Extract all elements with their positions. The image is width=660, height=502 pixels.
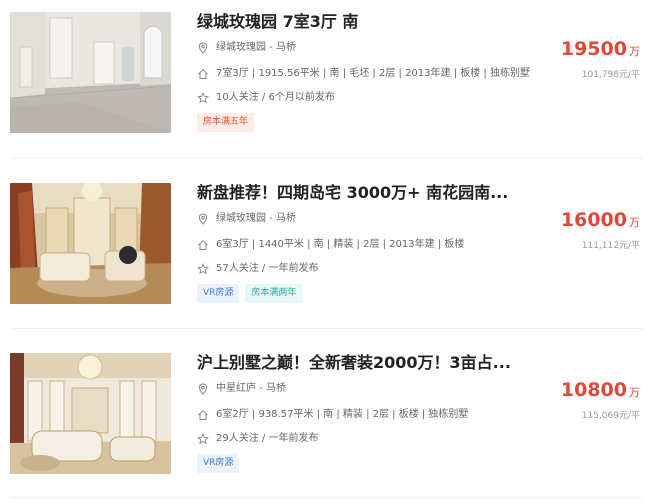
house-icon — [198, 410, 208, 420]
listing-info: 6室2厅 | 938.57平米 | 南 | 精装 | 2层 | 板楼 | 独栋别… — [197, 408, 468, 422]
price-unit: 万 — [629, 386, 640, 399]
listing-follow-text: 57人关注 / 一年前发布 — [216, 263, 319, 274]
house-icon — [198, 240, 208, 250]
price-per-sqm: 115,069元/平 — [581, 411, 640, 421]
price-per-sqm: 101,798元/平 — [581, 70, 640, 80]
listing-info-text: 6室2厅 | 938.57平米 | 南 | 精装 | 2层 | 板楼 | 独栋别… — [216, 409, 469, 420]
listing-item[interactable]: 新盘推荐！四期岛宅 3000万+ 南花园南... 绿城玫瑰园 - 马桥 6室3厅… — [0, 183, 660, 333]
listing-location-text: 绿城玫瑰园 - 马桥 — [216, 42, 296, 53]
listing-info-text: 7室3厅 | 1915.56平米 | 南 | 毛坯 | 2层 | 2013年建 … — [216, 68, 530, 79]
listing-item[interactable]: 绿城玫瑰园 7室3厅 南 绿城玫瑰园 - 马桥 7室3厅 | 1915.56平米… — [0, 12, 660, 162]
star-icon — [197, 263, 209, 275]
divider — [10, 158, 642, 159]
price-unit: 万 — [629, 45, 640, 58]
listing-photo[interactable] — [10, 183, 171, 304]
listing-info: 6室3厅 | 1440平米 | 南 | 精装 | 2层 | 2013年建 | 板… — [197, 238, 464, 252]
listing-photo[interactable] — [10, 12, 171, 133]
listing-title[interactable]: 沪上别墅之巅！全新奢装2000万！3亩占... — [197, 353, 511, 373]
location-pin-icon — [198, 42, 208, 54]
tag-badge: 房本满两年 — [245, 284, 303, 303]
tag-badge: VR房源 — [197, 454, 240, 473]
listing-item[interactable]: 沪上别墅之巅！全新奢装2000万！3亩占... 中星红庐 - 马桥 6室2厅 |… — [0, 353, 660, 502]
price-total: 10800 — [560, 379, 627, 401]
listing-location-text: 绿城玫瑰园 - 马桥 — [216, 213, 296, 224]
listing-info: 7室3厅 | 1915.56平米 | 南 | 毛坯 | 2层 | 2013年建 … — [197, 67, 530, 81]
listing-title[interactable]: 绿城玫瑰园 7室3厅 南 — [197, 12, 358, 32]
listing-follow: 10人关注 / 6个月以前发布 — [197, 91, 335, 105]
location-pin-icon — [198, 383, 208, 395]
listing-follow: 29人关注 / 一年前发布 — [197, 432, 318, 446]
listing-price: 16000 万 111,112元/平 — [561, 209, 640, 251]
listing-tags: VR房源 — [197, 454, 240, 473]
listing-location[interactable]: 中星红庐 - 马桥 — [197, 382, 286, 396]
price-total: 19500 — [560, 38, 627, 60]
listing-tags: VR房源 房本满两年 — [197, 284, 303, 303]
listing-title[interactable]: 新盘推荐！四期岛宅 3000万+ 南花园南... — [197, 183, 508, 203]
listing-location-text: 中星红庐 - 马桥 — [216, 383, 286, 394]
divider — [10, 497, 642, 498]
listing-info-text: 6室3厅 | 1440平米 | 南 | 精装 | 2层 | 2013年建 | 板… — [216, 239, 465, 250]
listing-tags: 房本满五年 — [197, 113, 255, 132]
price-unit: 万 — [629, 216, 640, 229]
listing-location[interactable]: 绿城玫瑰园 - 马桥 — [197, 41, 296, 55]
price-total: 16000 — [560, 209, 627, 231]
location-pin-icon — [198, 213, 208, 225]
listing-follow: 57人关注 / 一年前发布 — [197, 262, 318, 276]
listing-price: 19500 万 101,798元/平 — [561, 38, 640, 80]
listing-location[interactable]: 绿城玫瑰园 - 马桥 — [197, 212, 296, 226]
star-icon — [197, 92, 209, 104]
tag-badge: VR房源 — [197, 284, 240, 303]
price-per-sqm: 111,112元/平 — [581, 241, 640, 251]
listing-follow-text: 10人关注 / 6个月以前发布 — [216, 92, 335, 103]
listing-price: 10800 万 115,069元/平 — [561, 379, 640, 421]
tag-badge: 房本满五年 — [197, 113, 255, 132]
listing-follow-text: 29人关注 / 一年前发布 — [216, 433, 319, 444]
house-icon — [198, 69, 208, 79]
listing-photo[interactable] — [10, 353, 171, 474]
listing-list: 绿城玫瑰园 7室3厅 南 绿城玫瑰园 - 马桥 7室3厅 | 1915.56平米… — [0, 0, 660, 502]
star-icon — [197, 433, 209, 445]
divider — [10, 328, 642, 329]
